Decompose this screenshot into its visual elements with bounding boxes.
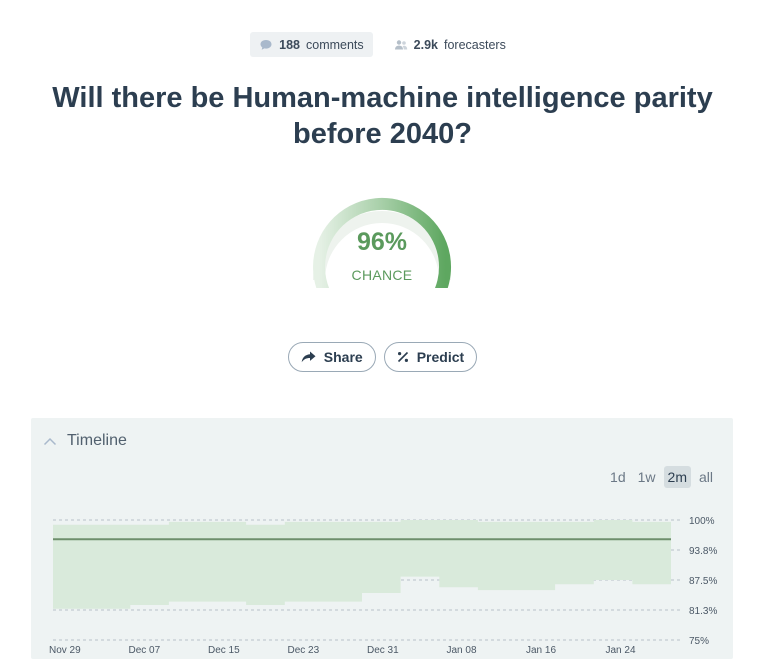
percent-icon: [397, 351, 408, 363]
x-tick-label: Jan 08: [447, 645, 477, 656]
share-button[interactable]: Share: [287, 342, 376, 372]
timeline-title: Timeline: [67, 432, 127, 449]
share-arrow-icon: [301, 351, 316, 363]
time-range-selector: 1d 1w 2m all: [606, 466, 717, 488]
x-tick-label: Dec 23: [288, 645, 320, 656]
range-all[interactable]: all: [695, 466, 717, 488]
chevron-up-icon: [43, 437, 57, 445]
forecasters-count: 2.9k: [413, 37, 438, 52]
x-tick-label: Dec 31: [367, 645, 399, 656]
predict-label: Predict: [416, 349, 465, 365]
x-tick-label: Jan 16: [526, 645, 556, 656]
comments-count: 188: [279, 37, 300, 52]
range-1d[interactable]: 1d: [606, 466, 630, 488]
question-stats: 188 comments 2.9k forecasters: [0, 32, 765, 57]
y-tick-label: 75%: [689, 636, 709, 647]
y-tick-label: 81.3%: [689, 606, 717, 617]
question-actions: Share Predict: [0, 342, 765, 372]
forecasters-label: forecasters: [444, 37, 506, 52]
predict-button[interactable]: Predict: [383, 342, 478, 372]
probability-gauge: 96% CHANCE: [306, 196, 462, 316]
question-title: Will there be Human-machine intelligence…: [52, 82, 713, 150]
y-tick-label: 100%: [689, 516, 715, 527]
gauge-value: 96%: [356, 228, 408, 256]
y-tick-label: 87.5%: [689, 576, 717, 587]
timeline-chart: 100% 93.8% 87.5% 81.3% 75% Nov 29 Dec 07 Dec 15…: [49, 516, 717, 656]
timeline-panel: Timeline 1d 1w 2m all 100% 93.8% 87.5% 81.3% 75…: [31, 418, 733, 659]
share-label: Share: [323, 349, 363, 365]
range-2m[interactable]: 2m: [663, 466, 691, 488]
range-1w[interactable]: 1w: [634, 466, 660, 488]
y-tick-label: 93.8%: [689, 546, 717, 557]
x-tick-label: Dec 15: [208, 645, 240, 656]
comments-link[interactable]: 188 comments: [250, 32, 373, 57]
gauge-label: CHANCE: [351, 267, 413, 283]
comment-bubble-icon: [260, 39, 272, 50]
uncertainty-band: [53, 520, 671, 609]
comments-label: comments: [306, 37, 364, 52]
users-icon: [394, 39, 407, 49]
x-tick-label: Dec 07: [129, 645, 161, 656]
timeline-toggle[interactable]: Timeline: [43, 432, 127, 450]
forecasters-stat: 2.9k forecasters: [385, 32, 515, 57]
x-tick-label: Nov 29: [49, 645, 81, 656]
x-tick-label: Jan 24: [606, 645, 636, 656]
